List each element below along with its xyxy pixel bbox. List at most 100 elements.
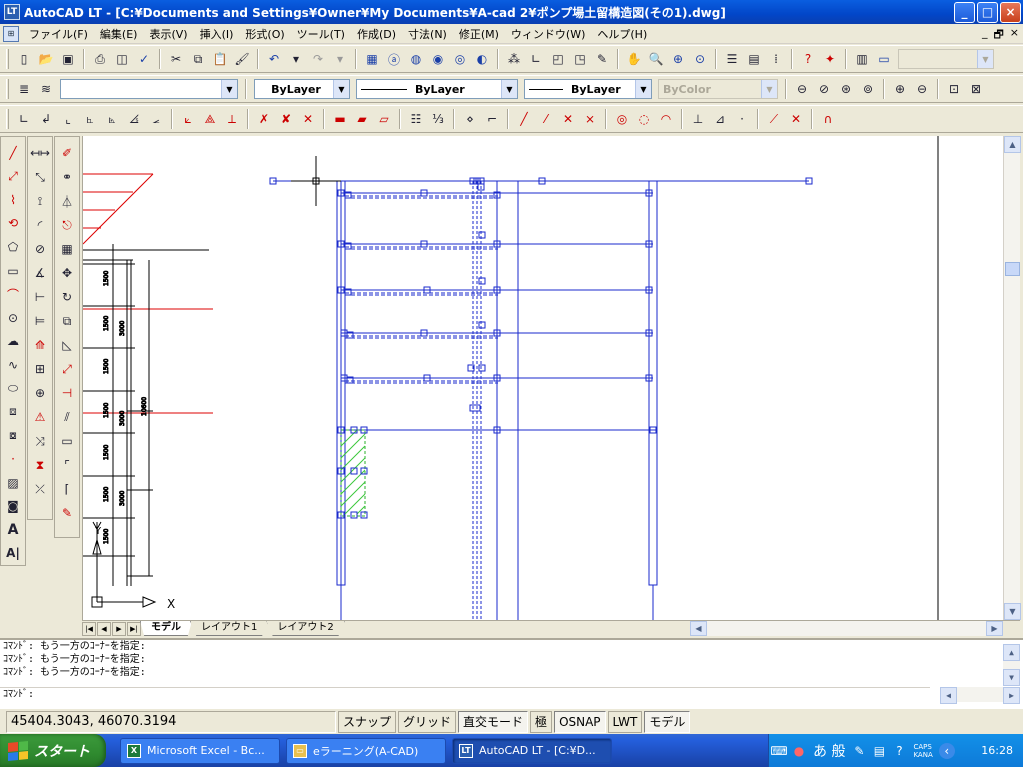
zoom-extents-icon[interactable]: ⊠ — [966, 79, 986, 99]
viewport-scale-combo[interactable]: ▼ — [898, 49, 994, 69]
hatch-icon[interactable]: ▨ — [2, 472, 24, 494]
osnap-midpoint-icon[interactable]: ⁄ — [536, 109, 556, 129]
osnap-intersection-icon[interactable]: ✕ — [558, 109, 578, 129]
copy-icon[interactable]: ⧉ — [188, 49, 208, 69]
ucs-icon[interactable]: ∟ — [526, 49, 546, 69]
taskbar-elearning[interactable]: ▭ eラーニング(A-CAD) — [286, 737, 446, 764]
construction-line-icon[interactable]: ⤢ — [2, 166, 24, 188]
line-icon[interactable]: ╱ — [2, 142, 24, 164]
osnap-perpendicular-icon[interactable]: ⊥ — [688, 109, 708, 129]
ucs-previous-icon[interactable]: ↲ — [36, 109, 56, 129]
region-icon[interactable]: ◙ — [2, 495, 24, 517]
scroll-down-icon[interactable]: ▼ — [1004, 603, 1021, 620]
ucs-x-icon[interactable]: ⟀ — [178, 109, 198, 129]
properties-icon[interactable]: ☰ — [722, 49, 742, 69]
new-file-icon[interactable]: ▯ — [14, 49, 34, 69]
chamfer-icon[interactable]: ⌜ — [56, 454, 78, 476]
plotstyle-combo[interactable]: ByColor ▼ — [658, 79, 778, 99]
drawing-vertical-scrollbar[interactable]: ▲ ▼ — [1003, 136, 1021, 620]
ucs-3point-icon[interactable]: ⦟ — [146, 109, 166, 129]
3d-view-icon[interactable]: ◳ — [570, 49, 590, 69]
show-hidden-icons-icon[interactable]: ‹ — [938, 742, 955, 759]
chevron-down-icon[interactable]: ▼ — [977, 50, 993, 68]
save-icon[interactable]: ▣ — [58, 49, 78, 69]
menu-edit[interactable]: 編集(E) — [94, 26, 144, 42]
angular-dimension-icon[interactable]: ∡ — [29, 262, 51, 284]
layer-stack-icon[interactable]: ▰ — [352, 109, 372, 129]
named-ucs-y-icon[interactable]: ✘ — [276, 109, 296, 129]
cad-drawing[interactable]: 1500 1500 1500 1500 1500 1500 1500 3000 … — [83, 136, 1003, 620]
lwt-toggle[interactable]: LWT — [607, 710, 643, 733]
keyboard-icon[interactable]: ⌨ — [770, 743, 787, 759]
tab-last-icon[interactable]: ▶| — [127, 621, 141, 636]
make-block-icon[interactable]: ⧇ — [2, 425, 24, 447]
minimize-button[interactable]: _ — [954, 2, 975, 23]
leader-icon[interactable]: ⊞ — [29, 358, 51, 380]
structure-selected[interactable] — [273, 180, 809, 620]
match-properties-icon[interactable]: 🖌 — [232, 49, 252, 69]
osnap-tangent-icon[interactable]: ◠ — [656, 109, 676, 129]
command-vertical-scrollbar[interactable]: ▲ ▼ — [1003, 644, 1020, 686]
color-combo[interactable]: ByLayer ▼ — [254, 79, 350, 99]
ucs-face-icon[interactable]: ⦝ — [102, 109, 122, 129]
tab-first-icon[interactable]: |◀ — [82, 621, 96, 636]
publish-web-icon[interactable]: ◎ — [450, 49, 470, 69]
polygon-icon[interactable]: ⟲ — [2, 213, 24, 235]
menu-help[interactable]: ヘルプ(H) — [591, 26, 653, 42]
point-icon[interactable]: · — [2, 448, 24, 470]
pentagon-icon[interactable]: ⬠ — [2, 236, 24, 258]
selection-grips[interactable] — [269, 177, 813, 519]
diameter-dimension-icon[interactable]: ⊘ — [29, 238, 51, 260]
osnap-apparent-icon[interactable]: ⨯ — [580, 109, 600, 129]
chevron-down-icon[interactable]: ▼ — [501, 80, 517, 98]
scroll-up-icon[interactable]: ▲ — [1004, 136, 1021, 153]
title-bar[interactable]: LT AutoCAD LT - [C:¥Documents and Settin… — [0, 0, 1023, 24]
command-line-window[interactable]: ｺﾏﾝﾄﾞ: もう一方のｺｰﾅｰを指定: ｺﾏﾝﾄﾞ: もう一方のｺｰﾅｰを指定… — [0, 638, 1023, 708]
named-ucs-x-icon[interactable]: ✗ — [254, 109, 274, 129]
scroll-up-icon[interactable]: ▲ — [1003, 644, 1020, 661]
stretch-icon[interactable]: ◺ — [56, 334, 78, 356]
print-icon[interactable]: ⎙ — [90, 49, 110, 69]
mirror-icon[interactable]: ⏃ — [56, 190, 78, 212]
aligned-dimension-icon[interactable]: ⤡ — [29, 166, 51, 188]
mdi-minimize-button[interactable]: _ — [982, 26, 988, 45]
join-icon[interactable]: ▭ — [56, 430, 78, 452]
open-file-icon[interactable]: 📂 — [36, 49, 56, 69]
zoom-dynamic-icon[interactable]: ⊘ — [814, 79, 834, 99]
viewport-icon[interactable]: ▭ — [874, 49, 894, 69]
menu-draw[interactable]: 作成(D) — [351, 26, 402, 42]
osnap-none-icon[interactable]: ✕ — [786, 109, 806, 129]
active-assistance-icon[interactable]: ✦ — [820, 49, 840, 69]
print-preview-icon[interactable]: ◫ — [112, 49, 132, 69]
osnap-node-icon[interactable]: · — [732, 109, 752, 129]
extend-icon[interactable]: ⊣ — [56, 382, 78, 404]
cut-icon[interactable]: ✂ — [166, 49, 186, 69]
scroll-right-icon[interactable]: ▶ — [986, 621, 1003, 636]
dimension-text-edit-icon[interactable]: ⧗ — [29, 454, 51, 476]
osnap-nearest-icon[interactable]: ⟋ — [764, 109, 784, 129]
adcenter-icon[interactable]: ▤ — [744, 49, 764, 69]
radius-dimension-icon[interactable]: ◜ — [29, 214, 51, 236]
layer-properties-icon[interactable]: ≣ — [14, 79, 34, 99]
web-link-icon[interactable]: ◉ — [428, 49, 448, 69]
menu-dimension[interactable]: 寸法(N) — [402, 26, 453, 42]
layer-combo[interactable]: ▼ — [60, 79, 238, 99]
spline-icon[interactable]: ∿ — [2, 354, 24, 376]
arc-icon[interactable]: ⌒ — [2, 283, 24, 305]
redraw-icon[interactable]: ✎ — [592, 49, 612, 69]
dimension-update-icon[interactable]: ⤫ — [29, 478, 51, 500]
design-center-icon[interactable]: ▦ — [362, 49, 382, 69]
help-icon[interactable]: ? — [798, 49, 818, 69]
text-icon[interactable]: A| — [2, 543, 24, 565]
menu-insert[interactable]: 挿入(I) — [194, 26, 240, 42]
chevron-down-icon[interactable]: ▼ — [635, 80, 651, 98]
coordinate-display[interactable]: 45404.3043, 46070.3194 — [6, 710, 336, 733]
copy-object-icon[interactable]: ⚭ — [56, 166, 78, 188]
chevron-down-icon[interactable]: ▼ — [221, 80, 237, 98]
scroll-left-icon[interactable]: ◀ — [940, 687, 957, 704]
ortho-toggle[interactable]: 直交モード — [458, 710, 529, 733]
move-icon[interactable]: ✥ — [56, 262, 78, 284]
osnap-endpoint-icon[interactable]: ╱ — [514, 109, 534, 129]
dimension-edit-icon[interactable]: ⤨ — [29, 430, 51, 452]
tab-prev-icon[interactable]: ◀ — [97, 621, 111, 636]
